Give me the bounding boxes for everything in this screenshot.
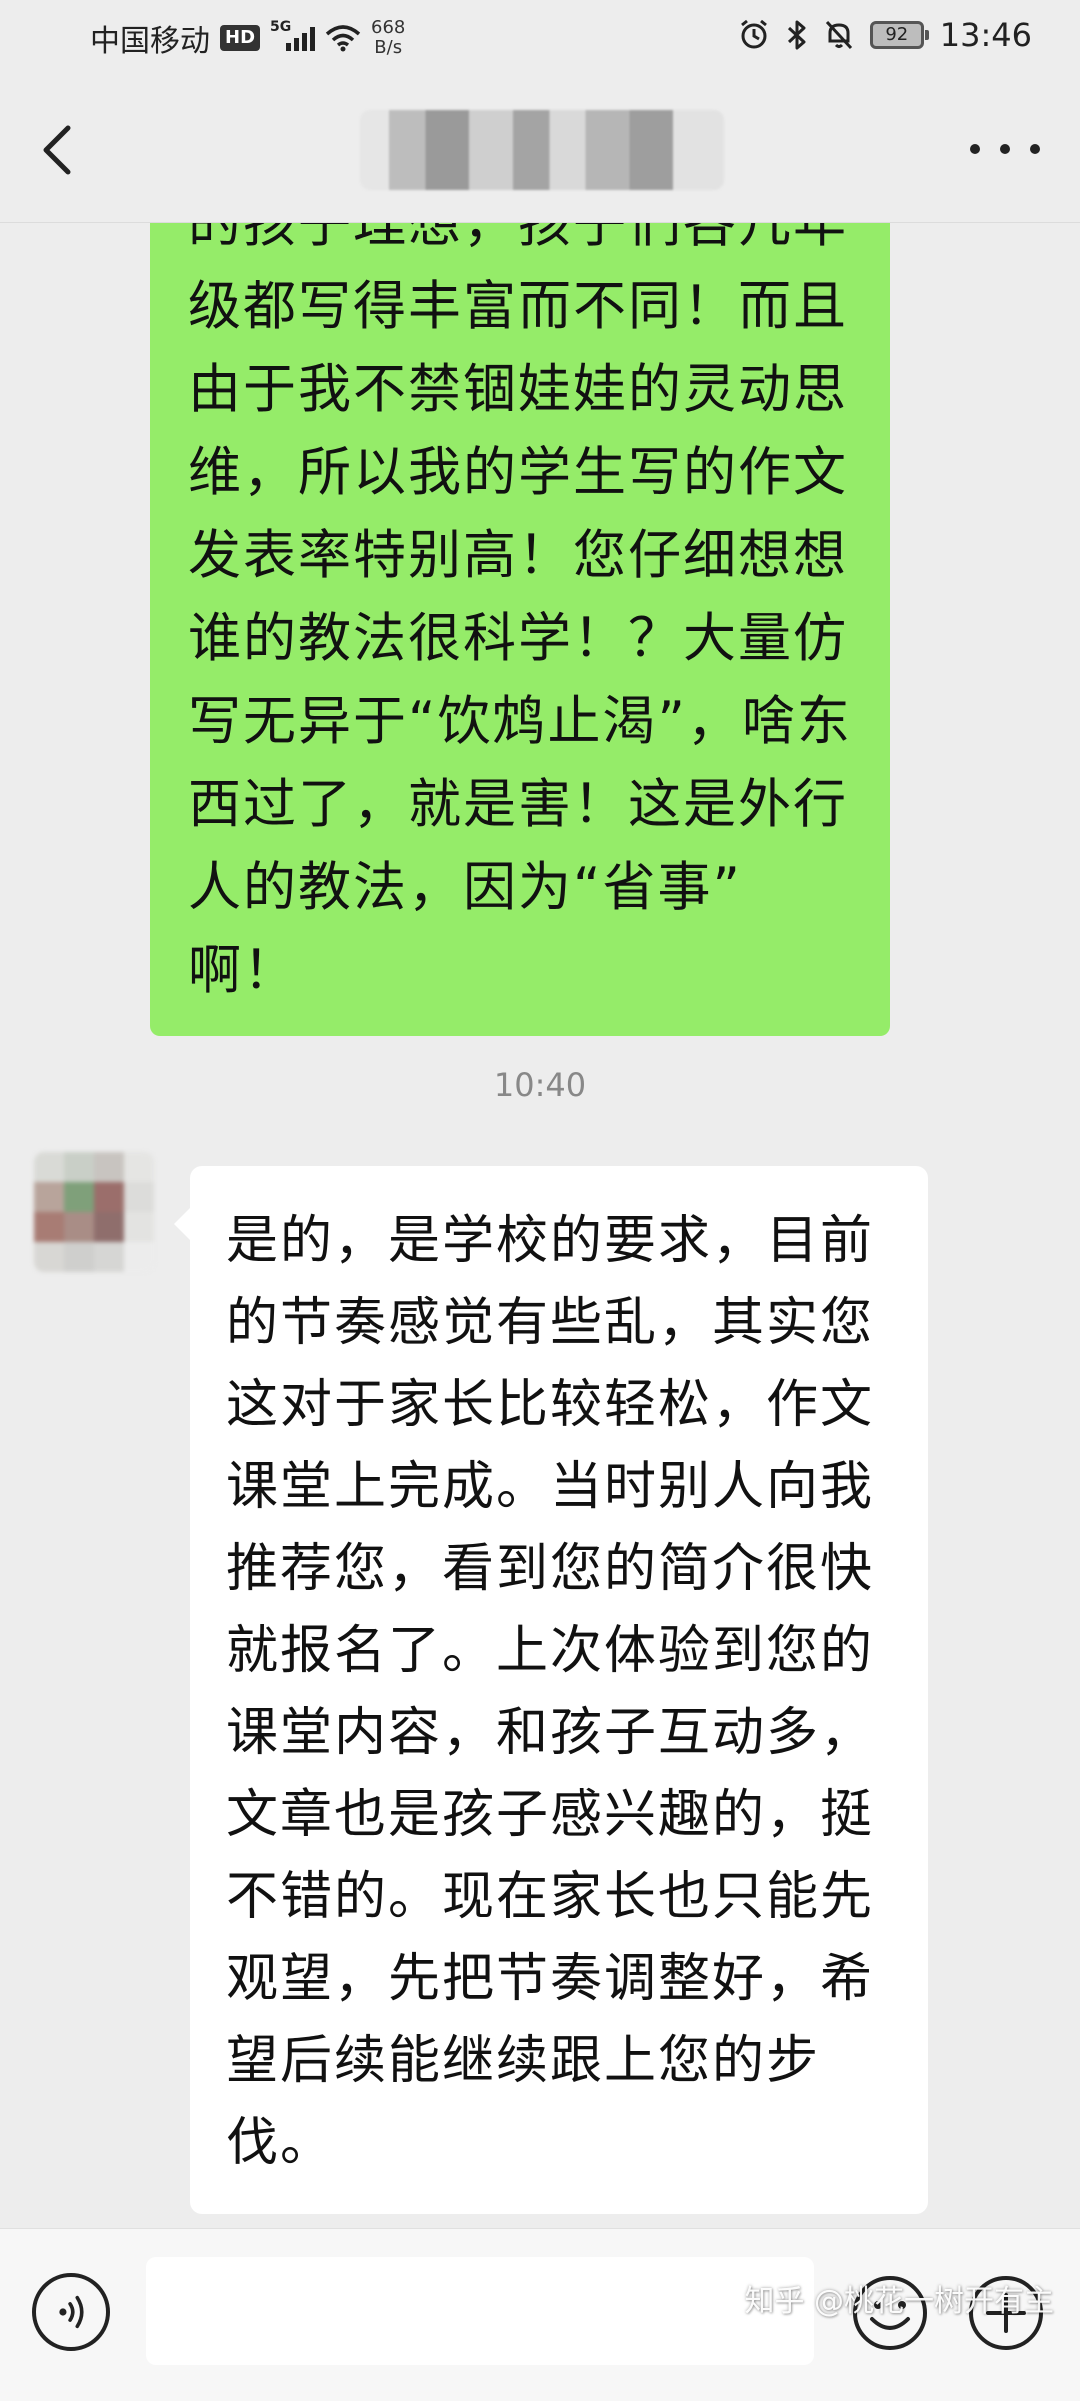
status-bar-right: 92 13:46 [738, 16, 1032, 54]
network-speed: 668 B/s [371, 18, 405, 58]
signal-icon: 5G [270, 19, 316, 51]
message-line: 级都写得丰富而不同！而且 [188, 276, 848, 337]
mute-icon [825, 20, 852, 50]
carrier-name: 中国移动 [90, 24, 210, 59]
emoji-icon[interactable] [850, 2273, 930, 2353]
hd-icon: HD [220, 25, 261, 51]
chat-header [0, 78, 1080, 223]
more-dots-icon[interactable] [970, 134, 1040, 164]
wifi-icon [325, 25, 361, 52]
message-line: 人的教法，因为“省事” [188, 857, 742, 918]
network-speed-value: 668 [371, 17, 406, 38]
message-line: 维，所以我的学生写的作文 [188, 442, 848, 503]
message-line: 的孩子理想，孩子们各几年 [188, 222, 848, 254]
battery-icon: 92 [869, 21, 929, 49]
network-type: 5G [270, 19, 292, 35]
back-chevron-icon[interactable] [30, 120, 90, 180]
sent-message-bubble[interactable]: 的孩子理想，孩子们各几年 级都写得丰富而不同！而且 由于我不禁锢娃娃的灵动思 维… [150, 222, 890, 1036]
message-line: 的节奏感觉有些乱，其实您 [226, 1293, 875, 1353]
network-speed-unit: B/s [374, 37, 403, 58]
message-line: 由于我不禁锢娃娃的灵动思 [188, 359, 848, 420]
chat-title [360, 110, 724, 190]
avatar[interactable] [34, 1152, 154, 1272]
message-list: 的孩子理想，孩子们各几年 级都写得丰富而不同！而且 由于我不禁锢娃娃的灵动思 维… [0, 222, 1080, 2228]
message-line: 课堂上完成。当时别人向我 [226, 1457, 875, 1517]
message-line: 谁的教法很科学！？大量仿 [188, 608, 848, 669]
message-line: 西过了，就是害！这是外行 [188, 774, 848, 835]
message-input[interactable] [146, 2257, 814, 2365]
message-line: 啊！ [188, 940, 298, 1001]
message-line: 伐。 [226, 2113, 335, 2173]
clock-time: 13:46 [939, 16, 1032, 54]
voice-icon[interactable] [32, 2273, 110, 2351]
message-line: 不错的。现在家长也只能先 [226, 1867, 875, 1927]
message-line: 观望，先把节奏调整好，希 [226, 1949, 875, 2009]
battery-level: 92 [885, 24, 909, 45]
message-line: 推荐您，看到您的简介很快 [226, 1539, 875, 1599]
bluetooth-icon [787, 20, 806, 50]
message-line: 课堂内容，和孩子互动多， [226, 1703, 875, 1763]
message-timestamp: 10:40 [493, 1066, 587, 1104]
plus-icon[interactable] [966, 2273, 1046, 2353]
status-bar: 中国移动 HD 5G 668 B/s 92 13:46 [0, 0, 1080, 78]
message-line: 文章也是孩子感兴趣的，挺 [226, 1785, 875, 1845]
alarm-icon [740, 19, 767, 49]
status-bar-left: 中国移动 HD 5G 668 B/s [90, 16, 405, 60]
message-line: 发表率特别高！您仔细想想 [188, 525, 848, 586]
input-bar [0, 2228, 1080, 2401]
message-line: 就报名了。上次体验到您的 [226, 1621, 875, 1681]
message-line: 这对于家长比较轻松，作文 [226, 1375, 875, 1435]
message-line: 望后续能继续跟上您的步 [226, 2031, 821, 2091]
message-line: 是的，是学校的要求，目前 [226, 1211, 875, 1271]
received-message-bubble[interactable]: 是的，是学校的要求，目前 的节奏感觉有些乱，其实您 这对于家长比较轻松，作文 课… [174, 1166, 928, 2214]
message-line: 写无异于“饮鸩止渴”，啥东 [188, 691, 852, 752]
